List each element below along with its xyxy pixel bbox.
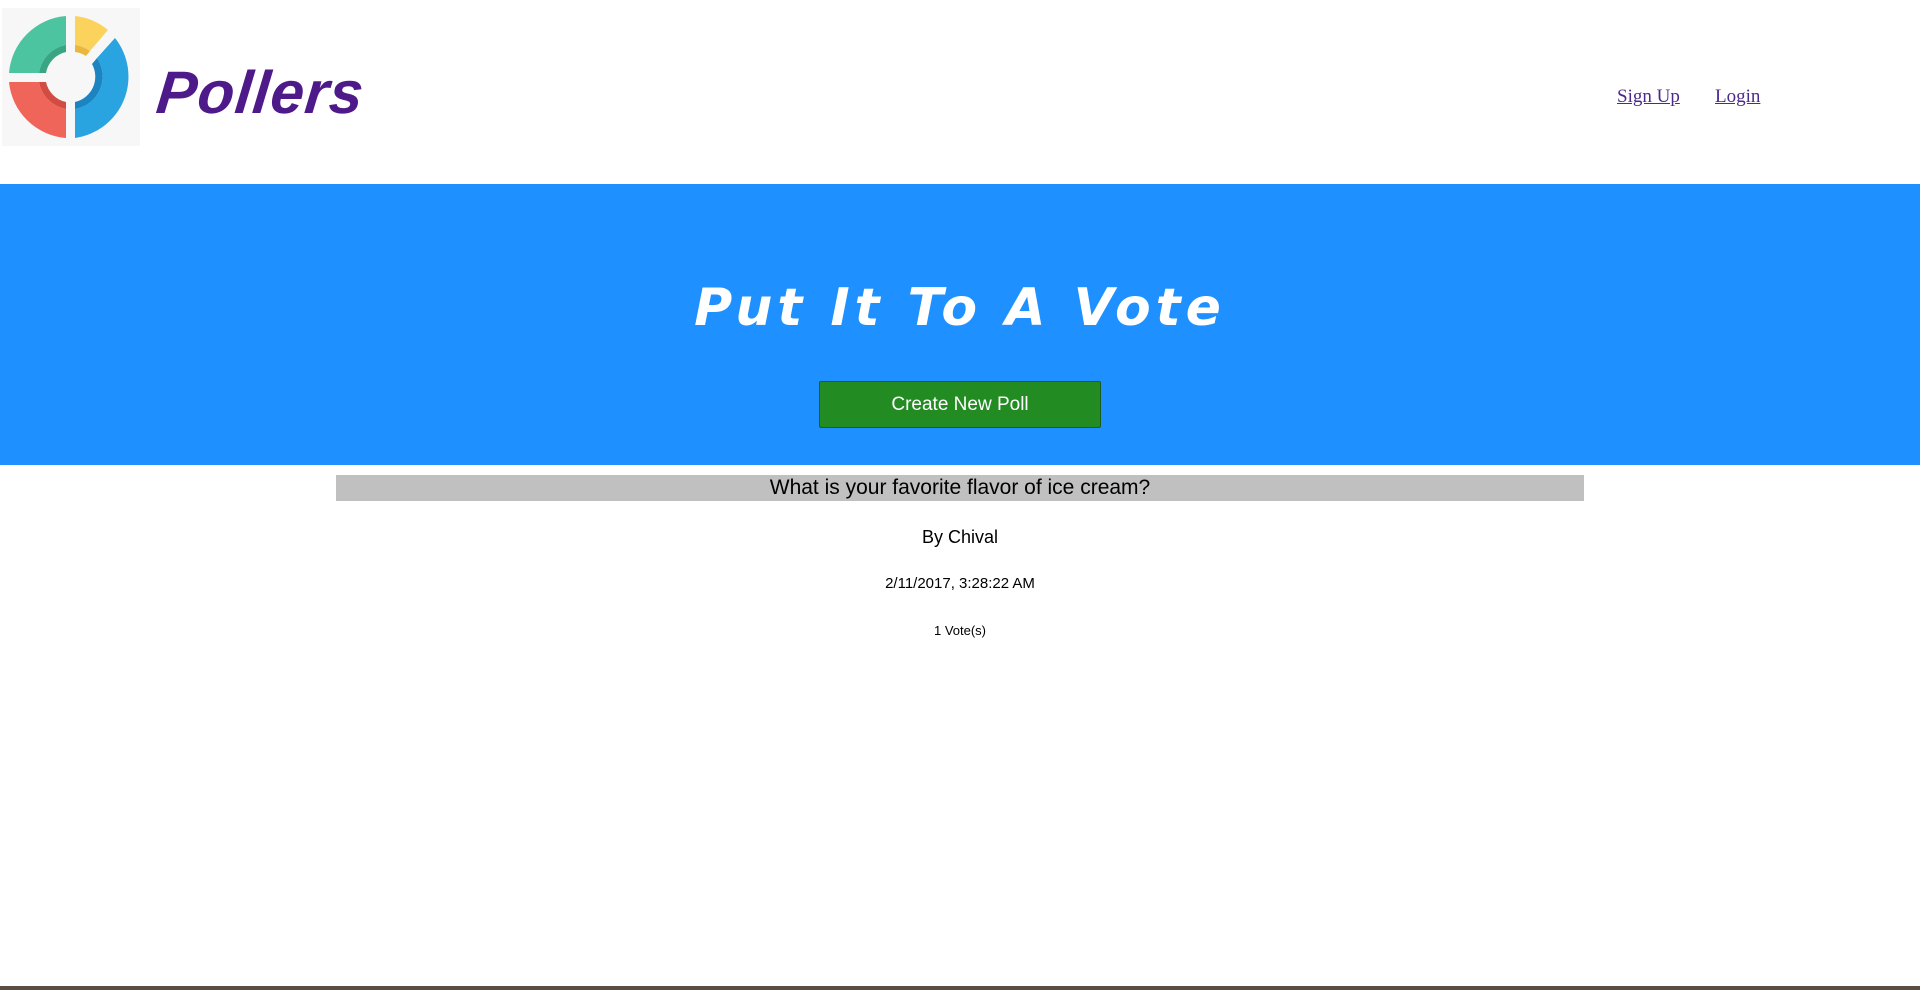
- poll-author: By Chival: [921, 527, 999, 547]
- create-new-poll-button[interactable]: Create New Poll: [819, 381, 1101, 428]
- donut-chart-logo-icon[interactable]: [2, 8, 140, 146]
- poll-question[interactable]: What is your favorite flavor of ice crea…: [336, 475, 1584, 501]
- poll-card[interactable]: What is your favorite flavor of ice crea…: [336, 475, 1584, 638]
- site-header: Pollers Sign Up Login: [0, 0, 1920, 184]
- logo-graphic: [9, 16, 129, 138]
- login-link[interactable]: Login: [1715, 86, 1760, 107]
- poll-vote-count: 1 Vote(s): [933, 623, 987, 638]
- brand-name[interactable]: Pollers: [153, 58, 367, 127]
- hero-banner: Put It To A Vote Create New Poll: [0, 184, 1920, 465]
- signup-link[interactable]: Sign Up: [1617, 86, 1680, 107]
- hero-title: Put It To A Vote: [694, 278, 1226, 338]
- bottom-edge-divider: [0, 986, 1920, 990]
- poll-date: 2/11/2017, 3:28:22 AM: [885, 575, 1035, 592]
- nav-signup: Sign Up: [1617, 86, 1680, 108]
- nav-login: Login: [1715, 86, 1760, 108]
